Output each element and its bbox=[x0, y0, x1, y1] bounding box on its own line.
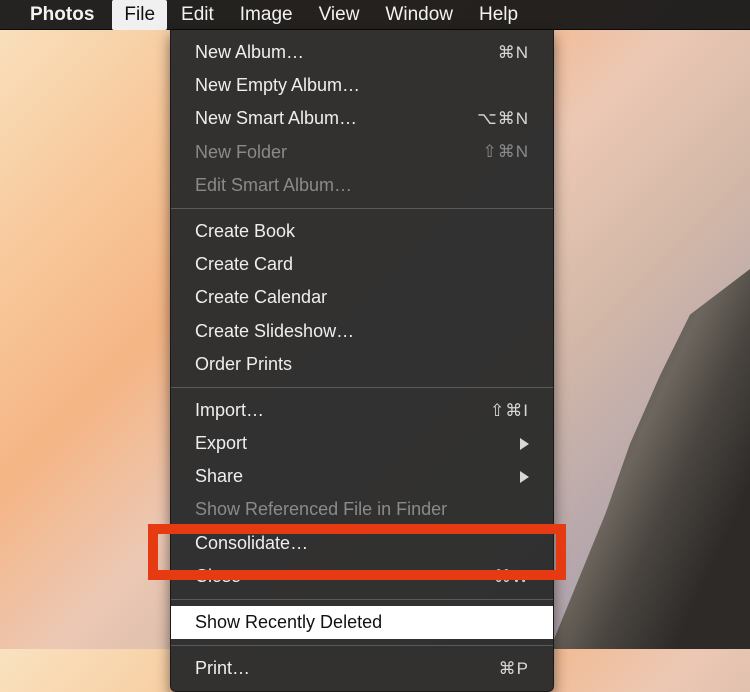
menu-item-label: New Folder bbox=[195, 140, 482, 165]
menu-item-new-empty-album[interactable]: New Empty Album… bbox=[171, 69, 553, 102]
menu-item-label: Share bbox=[195, 464, 520, 489]
menu-item-label: Close bbox=[195, 564, 494, 589]
menu-item-new-folder: New Folder ⇧⌘N bbox=[171, 136, 553, 169]
menubar-item-window[interactable]: Window bbox=[373, 0, 465, 30]
menu-item-shortcut: ⌥⌘N bbox=[477, 107, 529, 131]
menu-item-label: Show Recently Deleted bbox=[195, 610, 529, 635]
menu-item-create-calendar[interactable]: Create Calendar bbox=[171, 281, 553, 314]
menu-item-label: Consolidate… bbox=[195, 531, 529, 556]
menu-item-show-referenced-file: Show Referenced File in Finder bbox=[171, 493, 553, 526]
menu-item-share[interactable]: Share bbox=[171, 460, 553, 493]
wallpaper-mountain bbox=[550, 269, 750, 649]
menu-item-label: Print… bbox=[195, 656, 499, 681]
menu-item-label: Import… bbox=[195, 398, 490, 423]
submenu-arrow-icon bbox=[520, 471, 529, 483]
menu-item-label: Create Book bbox=[195, 219, 529, 244]
app-name[interactable]: Photos bbox=[30, 4, 94, 26]
menu-item-shortcut: ⌘N bbox=[498, 41, 529, 65]
menu-separator bbox=[171, 599, 553, 600]
menu-item-label: Edit Smart Album… bbox=[195, 173, 529, 198]
menu-item-shortcut: ⌘P bbox=[499, 657, 529, 681]
menu-item-label: Export bbox=[195, 431, 520, 456]
menu-item-create-card[interactable]: Create Card bbox=[171, 248, 553, 281]
menu-separator bbox=[171, 645, 553, 646]
menu-item-label: New Empty Album… bbox=[195, 73, 529, 98]
menu-item-print[interactable]: Print… ⌘P bbox=[171, 652, 553, 685]
menu-item-consolidate[interactable]: Consolidate… bbox=[171, 527, 553, 560]
menu-item-close[interactable]: Close ⌘W bbox=[171, 560, 553, 593]
menu-item-show-recently-deleted[interactable]: Show Recently Deleted bbox=[171, 606, 553, 639]
menu-item-new-album[interactable]: New Album… ⌘N bbox=[171, 36, 553, 69]
menu-item-shortcut: ⌘W bbox=[494, 565, 529, 589]
menubar-item-file[interactable]: File bbox=[112, 0, 167, 30]
file-menu-dropdown: New Album… ⌘N New Empty Album… New Smart… bbox=[170, 30, 554, 692]
menu-item-create-book[interactable]: Create Book bbox=[171, 215, 553, 248]
menu-separator bbox=[171, 387, 553, 388]
menubar-item-help[interactable]: Help bbox=[467, 0, 530, 30]
menu-separator bbox=[171, 208, 553, 209]
menu-item-shortcut: ⇧⌘I bbox=[490, 399, 529, 423]
menu-item-label: Create Card bbox=[195, 252, 529, 277]
menu-item-shortcut: ⇧⌘N bbox=[482, 140, 529, 164]
menu-item-order-prints[interactable]: Order Prints bbox=[171, 348, 553, 381]
menubar-item-image[interactable]: Image bbox=[228, 0, 305, 30]
menubar-item-view[interactable]: View bbox=[307, 0, 372, 30]
submenu-arrow-icon bbox=[520, 438, 529, 450]
menu-item-edit-smart-album: Edit Smart Album… bbox=[171, 169, 553, 202]
menu-item-create-slideshow[interactable]: Create Slideshow… bbox=[171, 315, 553, 348]
menu-item-import[interactable]: Import… ⇧⌘I bbox=[171, 394, 553, 427]
menu-item-label: Show Referenced File in Finder bbox=[195, 497, 529, 522]
menu-item-label: Create Slideshow… bbox=[195, 319, 529, 344]
menu-item-label: New Album… bbox=[195, 40, 498, 65]
menu-item-new-smart-album[interactable]: New Smart Album… ⌥⌘N bbox=[171, 102, 553, 135]
menu-item-label: Create Calendar bbox=[195, 285, 529, 310]
menu-item-label: Order Prints bbox=[195, 352, 529, 377]
menu-item-export[interactable]: Export bbox=[171, 427, 553, 460]
menubar: Photos File Edit Image View Window Help bbox=[0, 0, 750, 30]
menu-item-label: New Smart Album… bbox=[195, 106, 477, 131]
menubar-item-edit[interactable]: Edit bbox=[169, 0, 226, 30]
